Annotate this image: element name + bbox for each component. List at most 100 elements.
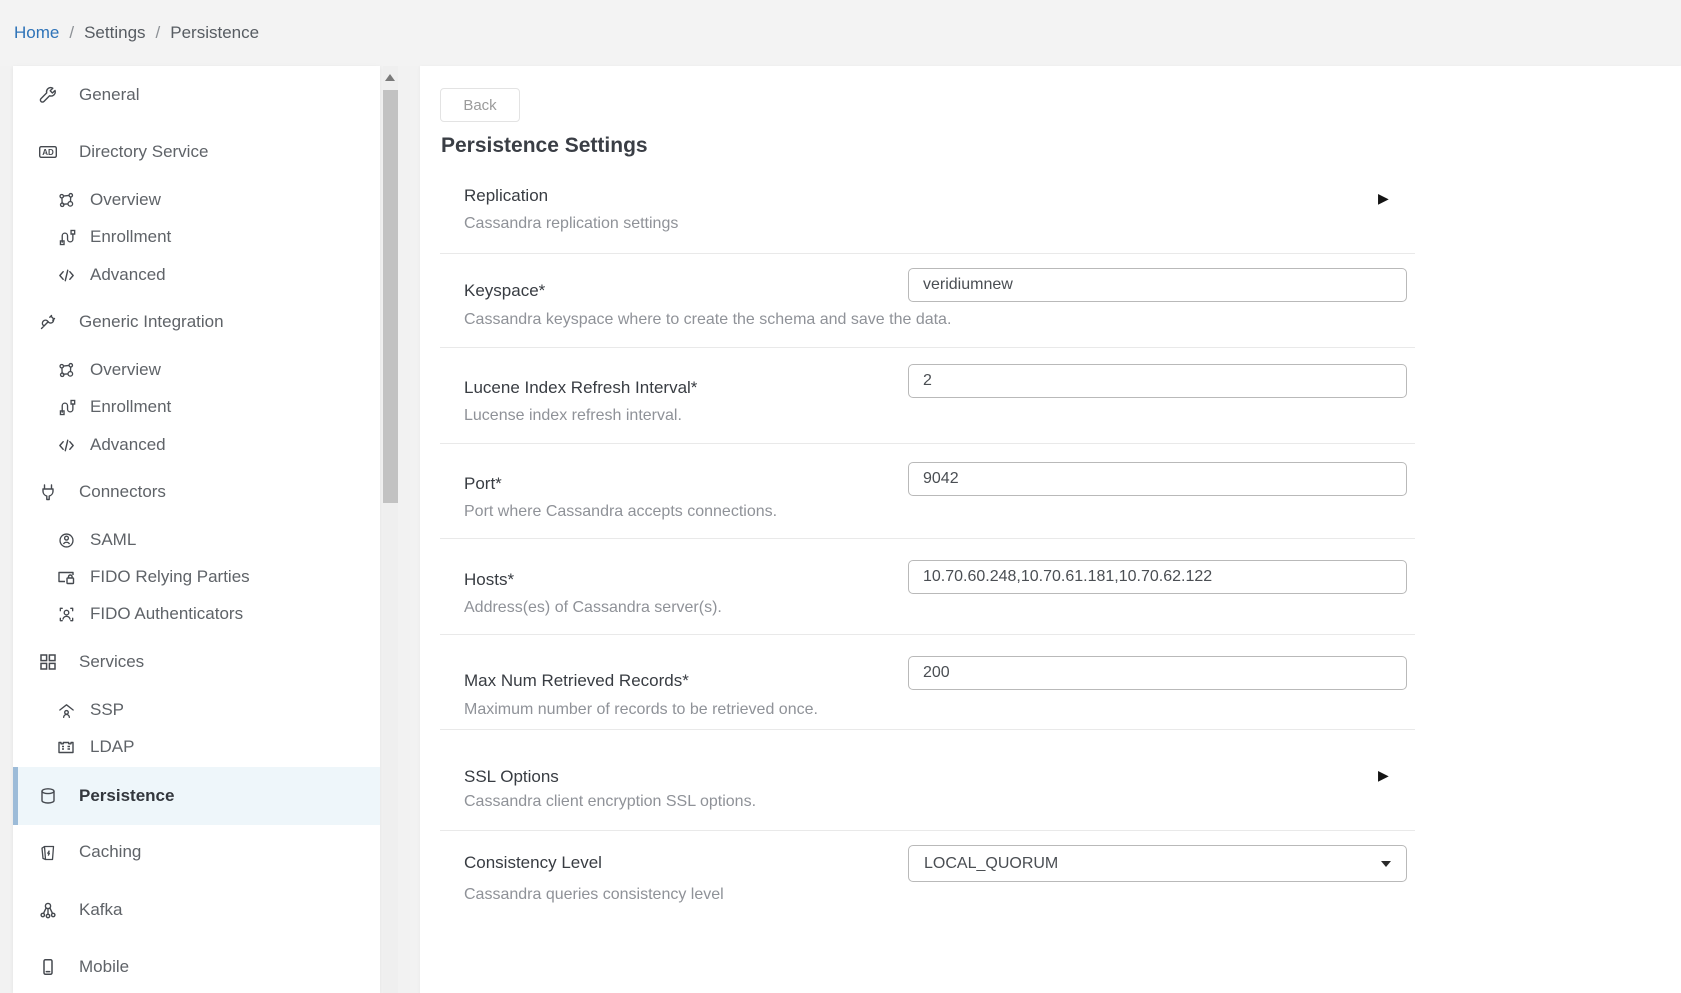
sidebar-item-ldap[interactable]: LDAP xyxy=(13,728,380,766)
keyspace-help: Cassandra keyspace where to create the s… xyxy=(464,309,951,331)
sidebar-item-gi-overview[interactable]: Overview xyxy=(13,351,380,389)
max-num-retrieved-records-help: Maximum number of records to be retrieve… xyxy=(464,699,818,721)
port-input[interactable] xyxy=(908,462,1407,496)
code-icon xyxy=(56,265,76,285)
divider xyxy=(440,538,1415,539)
sidebar-item-ds-enrollment[interactable]: Enrollment xyxy=(13,218,380,256)
sidebar-item-services[interactable]: Services xyxy=(13,643,380,681)
breadcrumb-separator: / xyxy=(69,23,74,43)
sidebar-item-label: Enrollment xyxy=(90,227,171,247)
breadcrumb: Home / Settings / Persistence xyxy=(0,0,1681,66)
sidebar-item-mobile[interactable]: Mobile xyxy=(13,948,380,986)
sidebar-item-label: Caching xyxy=(79,842,141,862)
sidebar-item-generic-integration[interactable]: Generic Integration xyxy=(13,303,380,341)
sidebar-item-directory-service[interactable]: AD Directory Service xyxy=(13,133,380,171)
sidebar-item-label: Overview xyxy=(90,190,161,210)
route-icon xyxy=(56,227,76,247)
code-icon xyxy=(56,435,76,455)
max-num-retrieved-records-label: Max Num Retrieved Records* xyxy=(464,669,689,693)
person-brackets-icon xyxy=(56,604,76,624)
consistency-level-help: Cassandra queries consistency level xyxy=(464,884,724,906)
screen-lock-icon xyxy=(56,567,76,587)
scrollbar-thumb[interactable] xyxy=(383,90,398,503)
divider xyxy=(440,347,1415,348)
page-title: Persistence Settings xyxy=(441,132,648,160)
sidebar-item-label: SAML xyxy=(90,530,136,550)
port-help: Port where Cassandra accepts connections… xyxy=(464,501,777,523)
lucene-index-refresh-interval-help: Lucense index refresh interval. xyxy=(464,405,682,427)
sidebar-item-label: Advanced xyxy=(90,435,166,455)
sidebar-item-gi-enrollment[interactable]: Enrollment xyxy=(13,388,380,426)
plug-icon xyxy=(38,482,58,502)
keyspace-input[interactable] xyxy=(908,268,1407,302)
sidebar-item-saml[interactable]: SAML xyxy=(13,521,380,559)
sidebar-item-kafka[interactable]: Kafka xyxy=(13,891,380,929)
kafka-nodes-icon xyxy=(38,900,58,920)
sidebar-item-ds-overview[interactable]: Overview xyxy=(13,181,380,219)
breadcrumb-separator: / xyxy=(156,23,161,43)
ssl-options-label: SSL Options xyxy=(464,765,559,789)
ssl-options-help: Cassandra client encryption SSL options. xyxy=(464,791,756,813)
sidebar-item-caching[interactable]: Caching xyxy=(13,833,380,871)
sidebar-item-fido-relying-parties[interactable]: FIDO Relying Parties xyxy=(13,558,380,596)
sidebar-item-connectors[interactable]: Connectors xyxy=(13,473,380,511)
replication-expand-icon[interactable]: ▶ xyxy=(1378,190,1389,206)
sidebar-item-label: FIDO Relying Parties xyxy=(90,567,250,587)
hosts-input[interactable] xyxy=(908,560,1407,594)
wrench-icon xyxy=(38,85,58,105)
sidebar-item-label: LDAP xyxy=(90,737,134,757)
home-person-icon xyxy=(56,700,76,720)
replication-label: Replication xyxy=(464,184,548,208)
sidebar-item-ds-advanced[interactable]: Advanced xyxy=(13,256,380,294)
max-num-retrieved-records-input[interactable] xyxy=(908,656,1407,690)
settings-sidebar: General AD Directory Service Overview En… xyxy=(13,66,380,993)
persistence-settings-panel: Back Persistence Settings Replication Ca… xyxy=(420,66,1681,993)
svg-text:AD: AD xyxy=(42,148,54,157)
sidebar-item-label: General xyxy=(79,85,139,105)
lucene-index-refresh-interval-label: Lucene Index Refresh Interval* xyxy=(464,376,697,400)
sidebar-item-label: Generic Integration xyxy=(79,312,224,332)
sidebar-scrollbar[interactable] xyxy=(383,66,398,993)
sidebar-item-label: Directory Service xyxy=(79,142,208,162)
grid-icon xyxy=(38,652,58,672)
lucene-index-refresh-interval-input[interactable] xyxy=(908,364,1407,398)
sidebar-item-ssp[interactable]: SSP xyxy=(13,691,380,729)
port-label: Port* xyxy=(464,472,502,496)
consistency-level-select[interactable]: LOCAL_QUORUM xyxy=(908,845,1407,882)
plug-angled-icon xyxy=(38,312,58,332)
database-icon xyxy=(38,786,58,806)
divider xyxy=(440,729,1415,730)
divider xyxy=(440,253,1415,254)
ssl-options-expand-icon[interactable]: ▶ xyxy=(1378,767,1389,783)
sidebar-item-fido-authenticators[interactable]: FIDO Authenticators xyxy=(13,595,380,633)
back-button[interactable]: Back xyxy=(440,88,520,122)
keyspace-label: Keyspace* xyxy=(464,279,545,303)
sidebar-item-label: Connectors xyxy=(79,482,166,502)
hosts-help: Address(es) of Cassandra server(s). xyxy=(464,597,722,619)
divider xyxy=(440,443,1415,444)
sidebar-item-label: Services xyxy=(79,652,144,672)
sidebar-item-gi-advanced[interactable]: Advanced xyxy=(13,426,380,464)
id-card-icon xyxy=(56,737,76,757)
network-nodes-icon xyxy=(56,360,76,380)
breadcrumb-persistence: Persistence xyxy=(170,23,259,43)
breadcrumb-home-link[interactable]: Home xyxy=(14,23,59,43)
ad-badge-icon: AD xyxy=(38,142,58,162)
sidebar-item-label: Advanced xyxy=(90,265,166,285)
sidebar-item-label: FIDO Authenticators xyxy=(90,604,243,624)
divider xyxy=(440,634,1415,635)
sidebar-item-label: Enrollment xyxy=(90,397,171,417)
route-icon xyxy=(56,397,76,417)
sidebar-item-label: Kafka xyxy=(79,900,122,920)
sidebar-item-label: SSP xyxy=(90,700,124,720)
divider xyxy=(440,830,1415,831)
sidebar-item-general[interactable]: General xyxy=(13,76,380,114)
sidebar-item-label: Mobile xyxy=(79,957,129,977)
network-nodes-icon xyxy=(56,190,76,210)
chevron-down-icon xyxy=(1381,861,1391,867)
sidebar-item-label: Persistence xyxy=(79,786,174,806)
replication-help: Cassandra replication settings xyxy=(464,213,678,235)
scrollbar-up-arrow-icon[interactable] xyxy=(385,74,395,81)
sidebar-item-persistence[interactable]: Persistence xyxy=(13,767,380,825)
breadcrumb-settings: Settings xyxy=(84,23,145,43)
